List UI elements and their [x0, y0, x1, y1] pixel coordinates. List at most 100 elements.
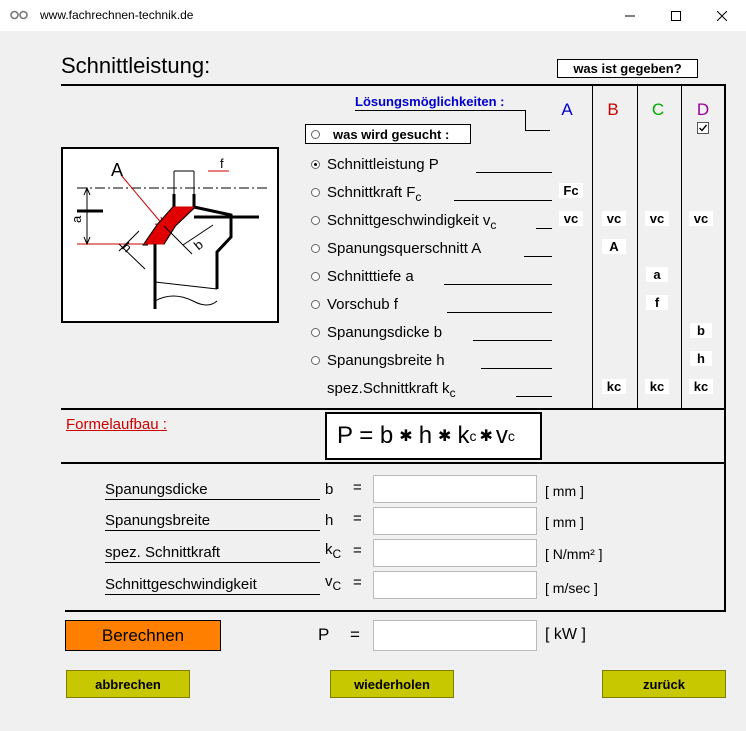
symbol-h: h [325, 512, 334, 529]
equals-sign: = [353, 542, 362, 559]
column-separator [637, 86, 638, 408]
option-spanungsquerschnitt[interactable]: Spanungsquerschnitt A [327, 240, 481, 257]
option-schnitttiefe[interactable]: Schnitttiefe a [327, 268, 414, 285]
formula-part-p: P = b [337, 422, 394, 449]
sought-radio [311, 129, 320, 139]
result-unit: [ kW ] [545, 626, 586, 643]
cutting-diagram-svg: A f a h b [69, 156, 269, 309]
checkbox-d[interactable] [697, 122, 709, 134]
equals-sign: = [353, 574, 362, 591]
window-title: www.fachrechnen-technik.de [40, 8, 194, 22]
formula-title: Formelaufbau : [66, 416, 167, 433]
repeat-button[interactable]: wiederholen [330, 670, 454, 698]
radio-spanungsbreite[interactable] [311, 356, 320, 365]
option-schnittgeschwindigkeit[interactable]: Schnittgeschwindigkeit vc [327, 212, 496, 232]
label-spanungsdicke: Spanungsdicke [105, 481, 208, 498]
maximize-button[interactable] [653, 0, 699, 31]
cancel-button[interactable]: abbrechen [66, 670, 190, 698]
column-head-b: B [607, 100, 619, 119]
unit-b: [ mm ] [545, 483, 584, 499]
chip-vc-a: vc [559, 211, 583, 226]
column-head-c: C [651, 100, 665, 119]
multiply-icon: ✱ [438, 428, 452, 445]
symbol-b: b [325, 481, 334, 498]
diagram-label-b: b [191, 237, 206, 253]
minimize-icon [625, 15, 635, 16]
unit-vc: [ m/sec ] [545, 580, 598, 596]
formula-box: P = b ✱ h ✱ kc ✱ vc [325, 412, 542, 460]
result-field[interactable] [373, 620, 537, 651]
unit-h: [ mm ] [545, 514, 584, 530]
symbol-vc: vC [325, 573, 342, 593]
app-icon [10, 10, 28, 20]
frame-bottom [65, 610, 726, 612]
close-icon [717, 10, 727, 21]
radio-schnittgeschwindigkeit[interactable] [311, 216, 320, 225]
chip-h-d: h [690, 351, 712, 366]
diagram-label-a-area: A [111, 160, 123, 180]
label-spanungsbreite: Spanungsbreite [105, 512, 211, 529]
minimize-button[interactable] [607, 0, 653, 31]
equals-sign: = [353, 510, 362, 527]
chip-vc-d: vc [689, 211, 713, 226]
diagram-label-h: h [119, 240, 135, 256]
radio-vorschub[interactable] [311, 300, 320, 309]
radio-schnitttiefe[interactable] [311, 272, 320, 281]
option-vorschub[interactable]: Vorschub f [327, 296, 398, 313]
input-spanungsdicke[interactable] [373, 475, 537, 503]
formula-part-v: v [495, 422, 508, 449]
sought-button[interactable]: was wird gesucht : [305, 124, 471, 144]
label-spez-schnittkraft: spez. Schnittkraft [105, 544, 221, 561]
radio-spanungsquerschnitt[interactable] [311, 244, 320, 253]
chip-a-c: a [646, 267, 668, 282]
chip-f-c: f [646, 295, 668, 310]
equals-sign: = [353, 479, 362, 496]
cutting-diagram: A f a h b [61, 147, 279, 323]
calculate-button[interactable]: Berechnen [65, 620, 221, 651]
chip-b-d: b [690, 323, 712, 338]
symbol-kc: kC [325, 541, 342, 561]
maximize-icon [671, 10, 681, 21]
input-schnittgeschwindigkeit[interactable] [373, 571, 537, 599]
frame-top [61, 84, 725, 86]
formula-part-k: k [457, 422, 470, 449]
multiply-icon: ✱ [479, 428, 493, 445]
frame-right [724, 84, 726, 612]
chip-vc-c: vc [645, 211, 669, 226]
solutions-label: Lösungsmöglichkeiten : [355, 94, 505, 109]
option-schnittleistung[interactable]: Schnittleistung P [327, 156, 439, 173]
formula-part-kc-sub: c [469, 428, 477, 444]
radio-spanungsdicke[interactable] [311, 328, 320, 337]
radio-schnittleistung[interactable] [311, 160, 320, 169]
label-schnittgeschwindigkeit: Schnittgeschwindigkeit [105, 576, 257, 593]
column-head-a: A [561, 100, 573, 119]
back-button[interactable]: zurück [602, 670, 726, 698]
connector-line [525, 130, 550, 131]
input-spanungsbreite[interactable] [373, 507, 537, 535]
column-separator [681, 86, 682, 408]
option-spanungsbreite[interactable]: Spanungsbreite h [327, 352, 445, 369]
solutions-underline [355, 110, 525, 111]
connector-line [525, 110, 526, 130]
option-schnittkraft[interactable]: Schnittkraft Fc [327, 184, 421, 204]
given-button[interactable]: was ist gegeben? [557, 59, 698, 78]
multiply-icon: ✱ [399, 428, 413, 445]
chip-a-b: A [602, 239, 626, 254]
divider-formula [61, 408, 725, 410]
sought-label: was wird gesucht : [333, 126, 450, 142]
option-spez-schnittkraft: spez.Schnittkraft kc [327, 380, 456, 400]
chip-vc-b: vc [602, 211, 626, 226]
page-title: Schnittleistung: [61, 53, 211, 78]
option-spanungsdicke[interactable]: Spanungsdicke b [327, 324, 442, 341]
equals-sign: = [350, 625, 360, 644]
radio-schnittkraft[interactable] [311, 188, 320, 197]
formula-part-vc-sub: c [507, 428, 515, 444]
diagram-label-a: a [69, 215, 84, 223]
column-separator [592, 86, 593, 408]
chip-fc-a: Fc [559, 183, 583, 198]
close-button[interactable] [699, 0, 745, 31]
input-spez-schnittkraft[interactable] [373, 539, 537, 567]
divider-inputs [61, 462, 725, 464]
result-symbol: P [318, 625, 330, 644]
diagram-label-f: f [220, 156, 224, 171]
